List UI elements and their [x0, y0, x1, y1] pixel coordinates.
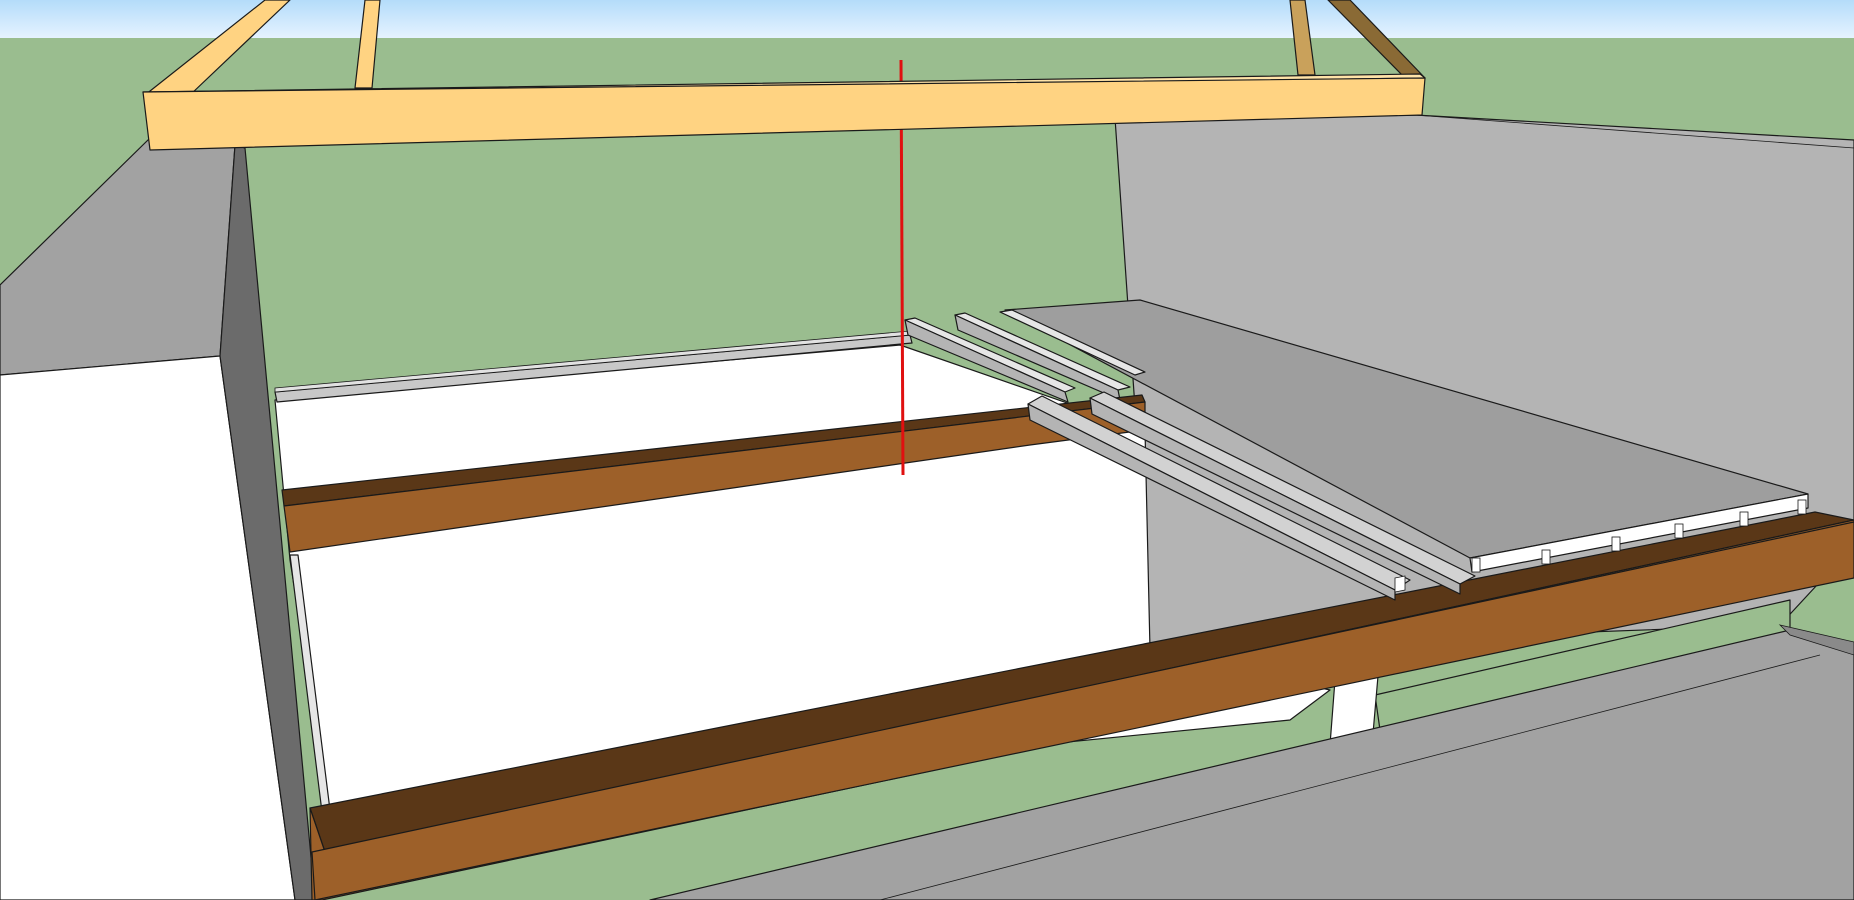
scene-canvas[interactable] [0, 0, 1854, 900]
3d-model-viewport[interactable] [0, 0, 1854, 900]
joist-post-a [1394, 575, 1406, 593]
